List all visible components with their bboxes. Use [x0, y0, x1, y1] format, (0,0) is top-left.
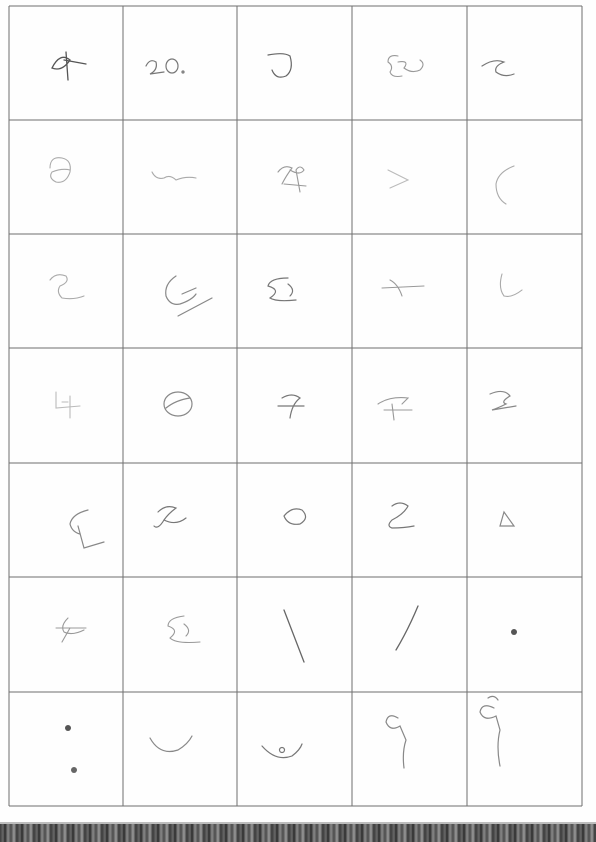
glyph-r6c5 [511, 629, 517, 635]
glyph-r3c4 [381, 279, 425, 297]
glyph-r3c1 [49, 274, 85, 300]
glyph-r7c1 [65, 725, 77, 773]
glyph-r3c3 [267, 277, 297, 302]
glyph-r1c2 [145, 58, 185, 75]
glyph-r4c1 [55, 391, 81, 419]
glyph-r7c4 [385, 715, 407, 769]
glyph-r1c3 [267, 53, 292, 78]
glyph-r2c4 [387, 169, 410, 189]
glyph-r5c1 [69, 509, 105, 549]
glyph-r3c5 [499, 273, 523, 297]
glyph-r6c1 [55, 617, 87, 643]
glyph-r1c4 [387, 55, 424, 78]
glyph-r5c4 [388, 502, 415, 529]
glyph-r2c1 [49, 157, 71, 183]
glyph-r3c2 [165, 275, 213, 317]
glyph-r1c1 [51, 51, 87, 81]
glyph-r4c4 [377, 397, 413, 421]
glyph-r5c3 [283, 508, 307, 525]
glyph-r6c3 [283, 609, 305, 663]
glyph-r2c5 [495, 165, 515, 205]
glyph-r4c5 [489, 390, 517, 411]
glyph-r6c4 [395, 605, 419, 651]
glyph-r7c2 [149, 735, 193, 753]
glyph-r1c5 [481, 60, 515, 77]
glyph-r6c2 [167, 615, 201, 644]
glyph-r7c3 [261, 743, 303, 759]
glyph-r2c2 [151, 171, 197, 181]
glyph-r5c5 [499, 510, 516, 527]
scanned-page [0, 0, 596, 842]
scan-artifact-band [0, 824, 596, 842]
glyph-r4c2 [163, 391, 193, 417]
glyph-r4c3 [277, 394, 305, 419]
glyph-r2c3 [277, 166, 307, 193]
glyph-r7c5 [479, 695, 501, 767]
handwriting-grid [8, 5, 583, 807]
glyph-r5c2 [153, 506, 187, 528]
